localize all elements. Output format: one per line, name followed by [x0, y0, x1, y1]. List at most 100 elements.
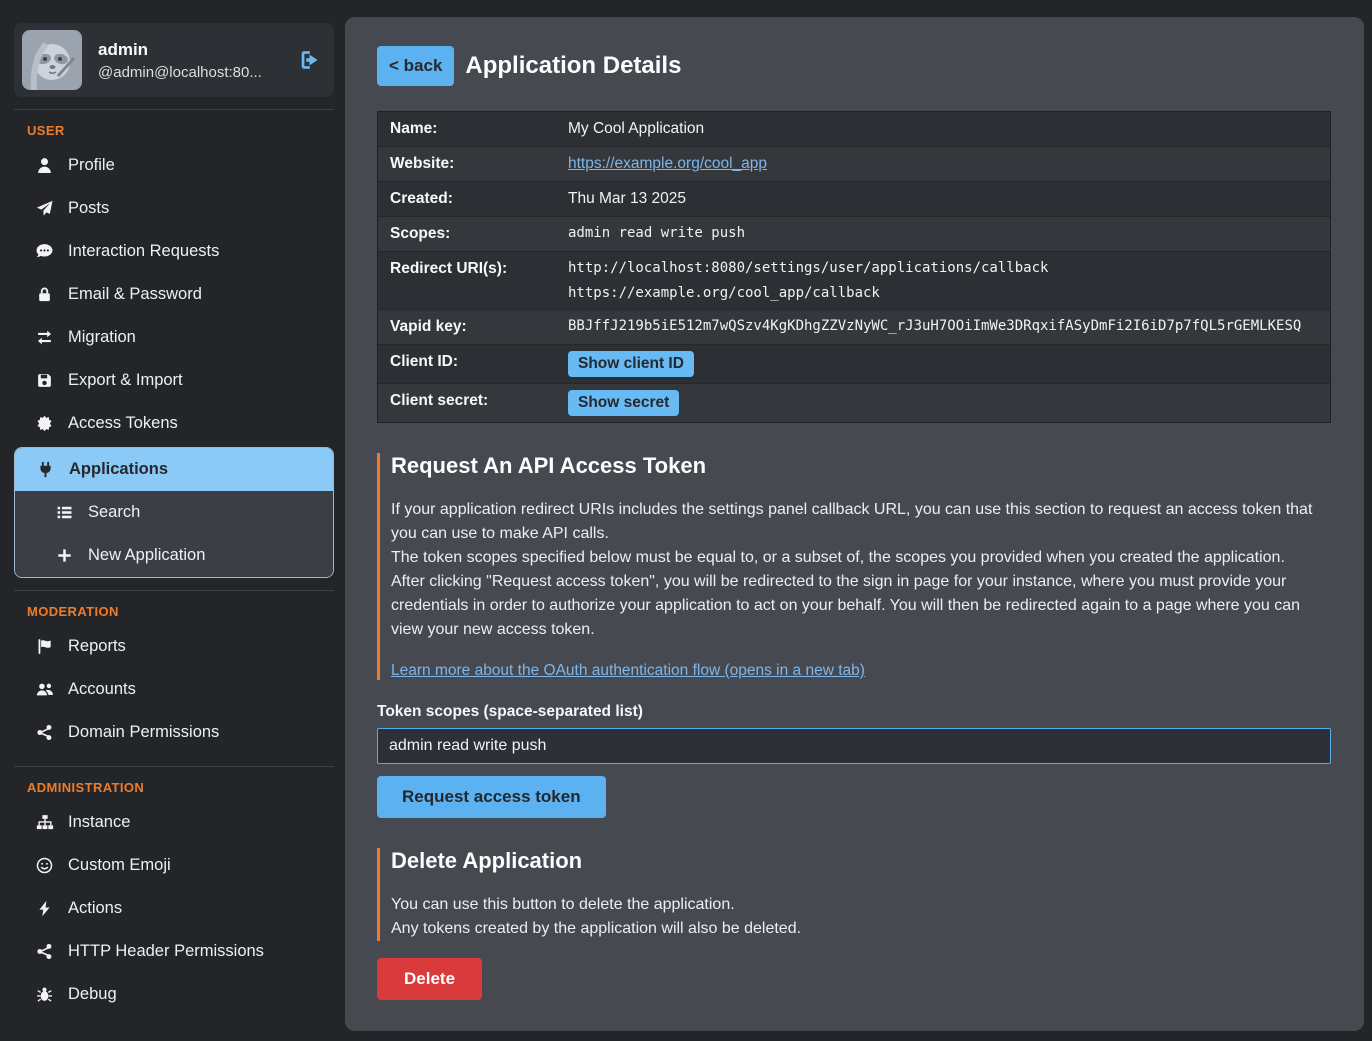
table-row-created: Created: Thu Mar 13 2025 — [378, 182, 1330, 217]
user-card: admin @admin@localhost:80... — [14, 23, 334, 97]
sidebar-item-label: Applications — [69, 460, 168, 479]
sidebar-item-applications[interactable]: Applications — [15, 448, 333, 491]
section-heading: Delete Application — [391, 848, 1331, 874]
delete-button[interactable]: Delete — [377, 958, 482, 1000]
row-value: admin read write push — [556, 217, 1330, 251]
floppy-disk-icon — [35, 372, 54, 389]
show-client-id-button[interactable]: Show client ID — [568, 351, 694, 377]
request-access-token-button[interactable]: Request access token — [377, 776, 606, 818]
user-icon — [35, 157, 54, 174]
sidebar-item-label: Reports — [68, 637, 126, 656]
comment-dots-icon — [35, 243, 54, 260]
table-row-vapid-key: Vapid key: BBJffJ219b5iE512m7wQSzv4KgKDh… — [378, 310, 1330, 345]
sidebar-item-profile[interactable]: Profile — [14, 144, 334, 187]
sidebar-item-applications-search[interactable]: Search — [15, 491, 333, 534]
bug-icon — [35, 986, 54, 1003]
arrows-left-right-icon — [35, 329, 54, 346]
table-row-client-secret: Client secret: Show secret — [378, 384, 1330, 422]
sidebar-item-label: Posts — [68, 199, 109, 218]
paper-plane-icon — [35, 200, 54, 217]
sidebar-item-label: Interaction Requests — [68, 242, 219, 261]
row-label: Vapid key: — [378, 310, 556, 344]
sidebar-item-label: Access Tokens — [68, 414, 178, 433]
show-secret-button[interactable]: Show secret — [568, 390, 679, 416]
sitemap-icon — [35, 814, 54, 831]
sidebar-item-email-password[interactable]: Email & Password — [14, 273, 334, 316]
divider — [14, 766, 334, 767]
avatar — [22, 30, 82, 90]
sidebar-item-domain-permissions[interactable]: Domain Permissions — [14, 711, 334, 754]
plus-icon — [55, 547, 74, 564]
oauth-docs-link[interactable]: Learn more about the OAuth authenticatio… — [391, 662, 865, 679]
sidebar: admin @admin@localhost:80... USER Profil… — [0, 0, 345, 1041]
applications-group: Applications Search New Application — [14, 447, 334, 578]
sidebar-item-new-application[interactable]: New Application — [15, 534, 333, 577]
delete-application-section: Delete Application You can use this butt… — [377, 848, 1331, 941]
sign-out-icon[interactable] — [296, 48, 320, 72]
sidebar-item-debug[interactable]: Debug — [14, 973, 334, 1016]
row-label: Name: — [378, 112, 556, 146]
section-paragraph: You can use this button to delete the ap… — [391, 893, 1331, 917]
users-icon — [35, 681, 54, 698]
sidebar-item-posts[interactable]: Posts — [14, 187, 334, 230]
certificate-icon — [35, 415, 54, 432]
row-label: Scopes: — [378, 217, 556, 251]
sidebar-item-accounts[interactable]: Accounts — [14, 668, 334, 711]
page-header: < back Application Details — [377, 46, 1331, 86]
user-handle: @admin@localhost:80... — [98, 64, 280, 81]
token-scopes-input[interactable] — [377, 728, 1331, 764]
lock-icon — [35, 286, 54, 303]
sidebar-item-http-header-permissions[interactable]: HTTP Header Permissions — [14, 930, 334, 973]
token-scopes-label: Token scopes (space-separated list) — [377, 703, 1331, 721]
table-row-redirect-uris: Redirect URI(s): http://localhost:8080/s… — [378, 252, 1330, 310]
sidebar-item-label: Email & Password — [68, 285, 202, 304]
flag-icon — [35, 638, 54, 655]
table-row-website: Website: https://example.org/cool_app — [378, 147, 1330, 182]
sidebar-item-label: Domain Permissions — [68, 723, 219, 742]
row-label: Created: — [378, 182, 556, 216]
request-token-section: Request An API Access Token If your appl… — [377, 453, 1331, 680]
row-label: Client secret: — [378, 384, 556, 422]
sidebar-item-label: Export & Import — [68, 371, 183, 390]
table-row-name: Name: My Cool Application — [378, 112, 1330, 147]
page-title: Application Details — [465, 52, 681, 80]
sidebar-item-reports[interactable]: Reports — [14, 625, 334, 668]
sidebar-item-label: Actions — [68, 899, 122, 918]
row-value: BBJffJ219b5iE512m7wQSzv4KgKDhgZZVzNyWC_r… — [556, 310, 1330, 344]
plug-icon — [36, 461, 55, 478]
section-paragraph: The token scopes specified below must be… — [391, 546, 1331, 570]
section-label-moderation: MODERATION — [14, 595, 334, 625]
back-button[interactable]: < back — [377, 46, 454, 86]
table-row-scopes: Scopes: admin read write push — [378, 217, 1330, 252]
user-name: admin — [98, 40, 280, 60]
section-label-user: USER — [14, 114, 334, 144]
section-paragraph: If your application redirect URIs includ… — [391, 498, 1331, 546]
sidebar-item-migration[interactable]: Migration — [14, 316, 334, 359]
redirect-uri: http://localhost:8080/settings/user/appl… — [568, 260, 1318, 276]
section-paragraph: After clicking "Request access token", y… — [391, 570, 1331, 642]
share-nodes-icon — [35, 943, 54, 960]
sidebar-item-label: Debug — [68, 985, 117, 1004]
sidebar-item-label: HTTP Header Permissions — [68, 942, 264, 961]
sidebar-item-export-import[interactable]: Export & Import — [14, 359, 334, 402]
divider — [14, 109, 334, 110]
token-scopes-form: Token scopes (space-separated list) Requ… — [377, 703, 1331, 818]
sidebar-item-label: Instance — [68, 813, 130, 832]
row-value: My Cool Application — [556, 112, 1330, 146]
sidebar-item-access-tokens[interactable]: Access Tokens — [14, 402, 334, 445]
application-details-table: Name: My Cool Application Website: https… — [377, 111, 1331, 423]
row-label: Redirect URI(s): — [378, 252, 556, 309]
user-meta: admin @admin@localhost:80... — [98, 40, 280, 81]
divider — [14, 590, 334, 591]
main-panel: < back Application Details Name: My Cool… — [345, 17, 1364, 1031]
sidebar-item-label: New Application — [88, 546, 205, 565]
row-value: Thu Mar 13 2025 — [556, 182, 1330, 216]
sidebar-item-label: Search — [88, 503, 140, 522]
sidebar-item-instance[interactable]: Instance — [14, 801, 334, 844]
redirect-uri: https://example.org/cool_app/callback — [568, 285, 1318, 301]
sidebar-item-interaction-requests[interactable]: Interaction Requests — [14, 230, 334, 273]
list-icon — [55, 504, 74, 521]
sidebar-item-actions[interactable]: Actions — [14, 887, 334, 930]
website-link[interactable]: https://example.org/cool_app — [568, 155, 767, 172]
sidebar-item-custom-emoji[interactable]: Custom Emoji — [14, 844, 334, 887]
